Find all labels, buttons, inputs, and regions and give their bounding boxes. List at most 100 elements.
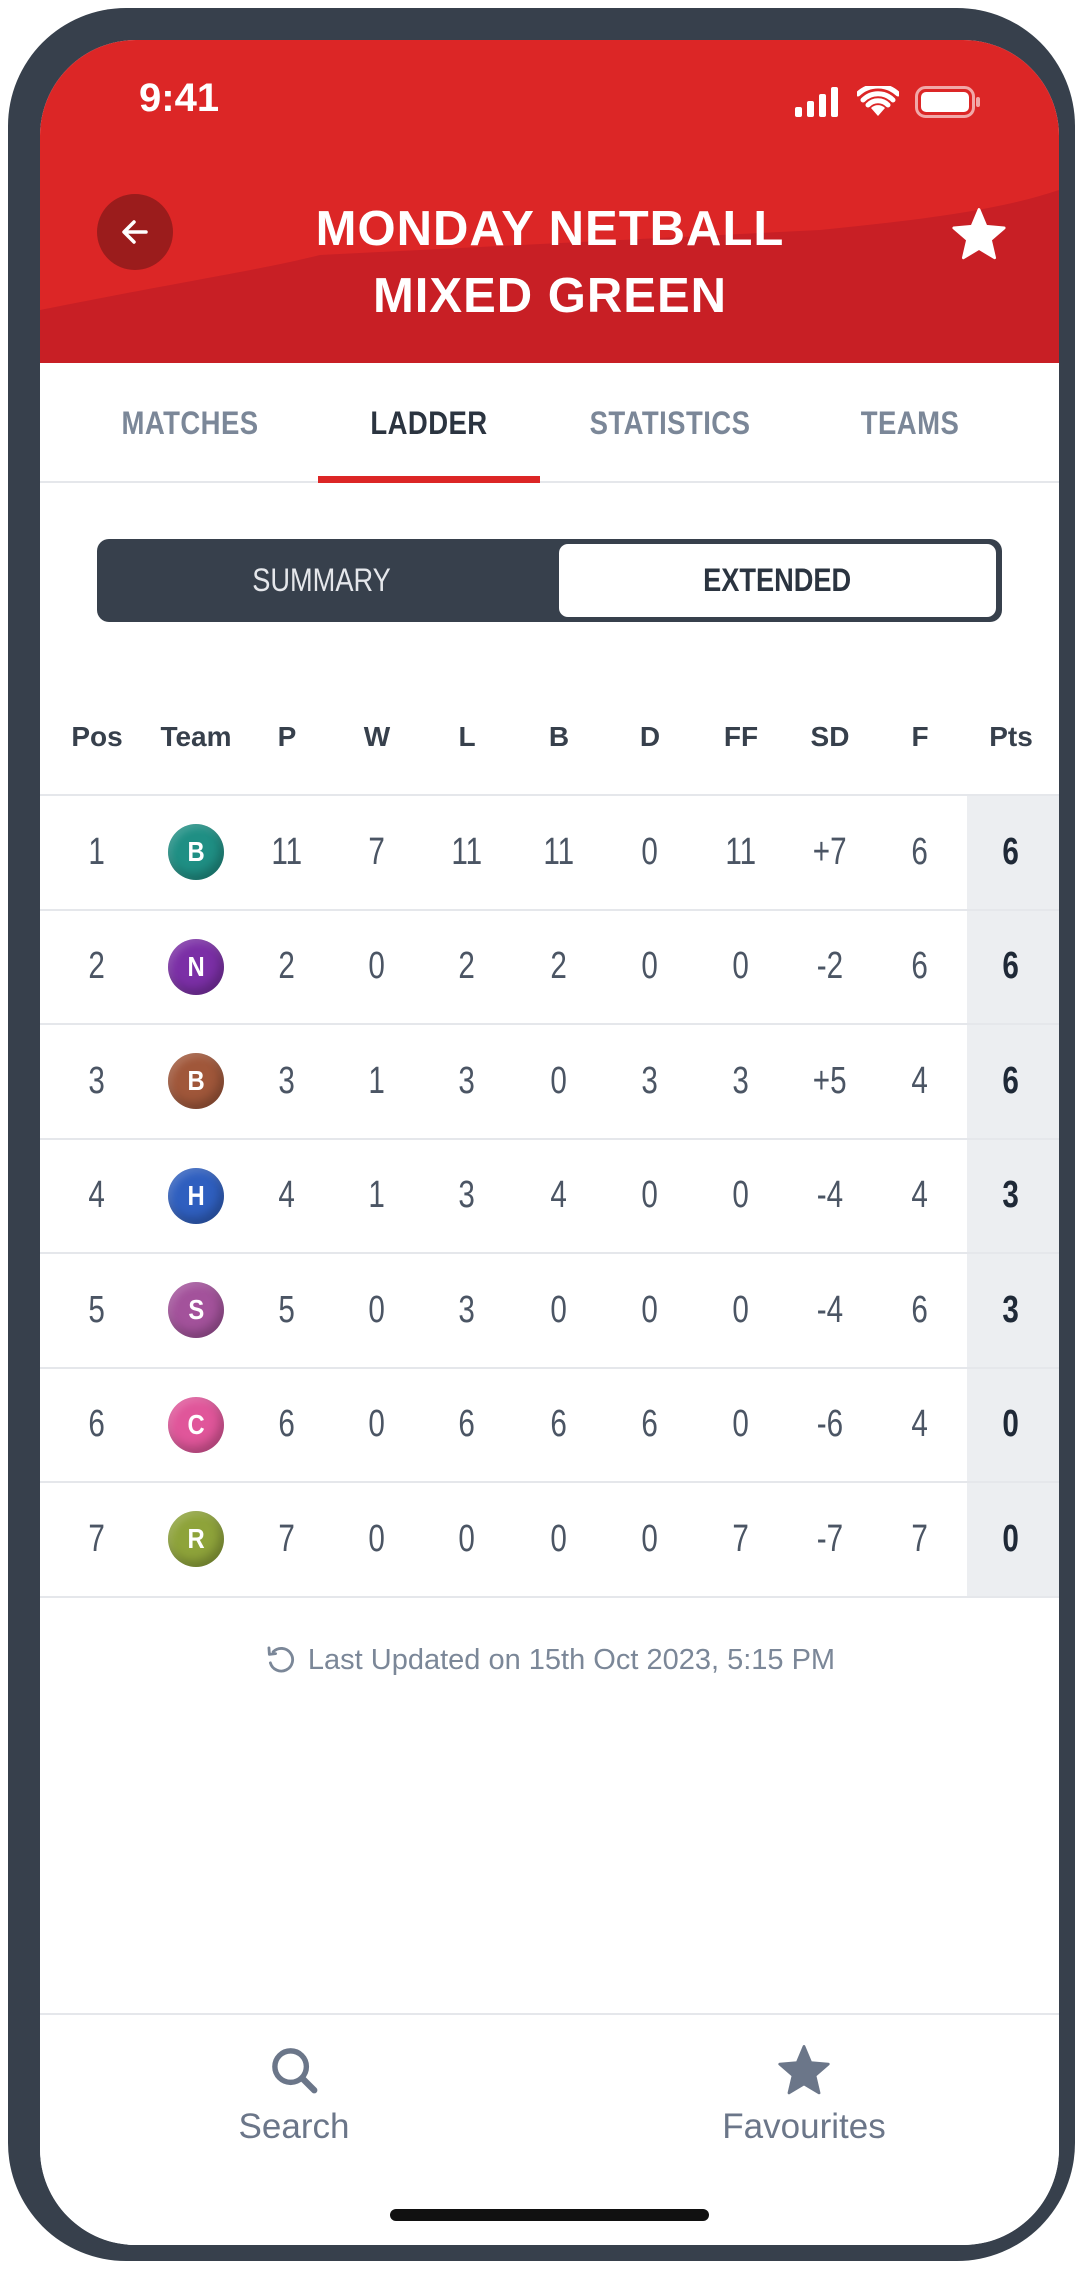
- column-header-points[interactable]: Pts: [967, 678, 1055, 796]
- cell-score-diff: -2: [786, 911, 874, 1024]
- wifi-icon: [857, 86, 899, 116]
- team-badge[interactable]: C: [168, 1396, 224, 1453]
- favourite-button[interactable]: [949, 204, 1009, 264]
- ladder-row[interactable]: 1 B 11 7 11 11 0 11 +7 6 6: [40, 796, 1059, 911]
- team-badge-initial: H: [187, 1179, 205, 1211]
- team-badge[interactable]: S: [168, 1282, 224, 1339]
- team-badge-initial: R: [187, 1523, 205, 1555]
- cell-byes-value: 6: [550, 1403, 568, 1446]
- ladder-row[interactable]: 2 N 2 0 2 2 0 0 -2 6 6: [40, 910, 1059, 1025]
- cell-score-diff-value: -4: [816, 1174, 844, 1217]
- team-cell: H: [152, 1140, 240, 1253]
- cell-forfeits: 11: [697, 796, 785, 909]
- cell-won-value: 1: [368, 1174, 386, 1217]
- column-header-won[interactable]: W: [333, 678, 421, 796]
- cell-score-diff-value: -7: [816, 1517, 844, 1560]
- team-badge-initial: B: [187, 836, 205, 868]
- team-badge[interactable]: R: [168, 1511, 224, 1568]
- team-badge[interactable]: B: [168, 1053, 224, 1110]
- team-badge[interactable]: N: [168, 938, 224, 995]
- cell-pos: 6: [53, 1369, 141, 1482]
- column-header-forfeit-losses[interactable]: F: [876, 678, 964, 796]
- status-icons: [795, 86, 981, 118]
- team-badge[interactable]: B: [168, 824, 224, 881]
- star-icon: [952, 208, 1006, 260]
- cell-forfeit-losses-value: 4: [911, 1174, 929, 1217]
- cell-played-value: 6: [278, 1403, 296, 1446]
- tab-teams[interactable]: TEAMS: [824, 363, 996, 483]
- cell-forfeit-losses-value: 6: [911, 830, 929, 873]
- tab-ladder[interactable]: LADDER: [334, 363, 525, 483]
- cell-lost-value: 3: [458, 1059, 476, 1102]
- segment-extended[interactable]: EXTENDED: [559, 544, 996, 617]
- cell-lost: 11: [423, 796, 511, 909]
- cell-pos: 7: [53, 1483, 141, 1596]
- ladder-row[interactable]: 5 S 5 0 3 0 0 0 -4 6 3: [40, 1254, 1059, 1369]
- ladder-row[interactable]: 6 C 6 0 6 6 6 0 -6 4 0: [40, 1368, 1059, 1483]
- cell-forfeits-value: 0: [732, 1174, 750, 1217]
- nav-favourites[interactable]: Favourites: [674, 2043, 934, 2147]
- cell-forfeit-losses: 7: [876, 1483, 964, 1596]
- column-header-team[interactable]: Team: [152, 678, 240, 796]
- cell-won-value: 7: [368, 830, 386, 873]
- column-header-forfeits[interactable]: FF: [697, 678, 785, 796]
- cell-pos-value: 6: [88, 1403, 106, 1446]
- tab-matches[interactable]: MATCHES: [95, 363, 284, 483]
- column-header-lost[interactable]: L: [423, 678, 511, 796]
- cell-pos-value: 4: [88, 1174, 106, 1217]
- cell-score-diff-value: -6: [816, 1403, 844, 1446]
- cell-forfeit-losses-value: 7: [911, 1517, 929, 1560]
- team-cell: S: [152, 1254, 240, 1367]
- cell-points-value: 3: [1002, 1174, 1020, 1217]
- ladder-row[interactable]: 7 R 7 0 0 0 0 7 -7 7 0: [40, 1483, 1059, 1598]
- cell-won: 0: [333, 1254, 421, 1367]
- cell-won-value: 0: [368, 1288, 386, 1331]
- cell-pos: 2: [53, 911, 141, 1024]
- cell-forfeit-losses: 6: [876, 1254, 964, 1367]
- cell-pos-value: 7: [88, 1517, 106, 1560]
- cell-played-value: 4: [278, 1174, 296, 1217]
- cell-byes-value: 0: [550, 1288, 568, 1331]
- status-time: 9:41: [139, 76, 220, 120]
- ladder-row[interactable]: 4 H 4 1 3 4 0 0 -4 4 3: [40, 1139, 1059, 1254]
- cell-played-value: 3: [278, 1059, 296, 1102]
- cell-drawn-value: 0: [641, 830, 659, 873]
- cell-drawn: 0: [606, 1254, 694, 1367]
- cell-points-value: 0: [1002, 1517, 1020, 1560]
- header: 9:41 MONDAY NETBALL MIXED GREEN: [40, 40, 1059, 363]
- cell-played: 6: [243, 1369, 331, 1482]
- nav-search[interactable]: Search: [164, 2043, 424, 2147]
- cell-forfeits-value: 0: [732, 1288, 750, 1331]
- column-header-byes[interactable]: B: [515, 678, 603, 796]
- cell-points: 0: [967, 1369, 1055, 1482]
- cell-points: 3: [967, 1254, 1055, 1367]
- cell-score-diff-value: -2: [816, 945, 844, 988]
- column-header-drawn[interactable]: D: [606, 678, 694, 796]
- team-badge-initial: C: [187, 1408, 205, 1440]
- cell-won: 0: [333, 1483, 421, 1596]
- ladder-row[interactable]: 3 B 3 1 3 0 3 3 +5 4 6: [40, 1025, 1059, 1140]
- cell-won-value: 0: [368, 1403, 386, 1446]
- back-button[interactable]: [97, 194, 173, 270]
- segment-summary[interactable]: SUMMARY: [97, 539, 545, 622]
- cell-drawn: 3: [606, 1025, 694, 1138]
- tab-statistics[interactable]: STATISTICS: [567, 363, 773, 483]
- last-updated-text: Last Updated on 15th Oct 2023, 5:15 PM: [307, 1643, 836, 1676]
- cell-score-diff: -4: [786, 1254, 874, 1367]
- team-cell: C: [152, 1369, 240, 1482]
- cell-score-diff: +7: [786, 796, 874, 909]
- column-header-played[interactable]: P: [243, 678, 331, 796]
- device-frame: 9:41 MONDAY NETBALL MIXED GREEN MATCHES …: [8, 8, 1075, 2261]
- column-header-pos[interactable]: Pos: [53, 678, 141, 796]
- cell-lost: 3: [423, 1254, 511, 1367]
- cell-forfeit-losses: 4: [876, 1140, 964, 1253]
- cell-score-diff: -6: [786, 1369, 874, 1482]
- refresh-icon: [267, 1646, 294, 1673]
- cell-played: 11: [243, 796, 331, 909]
- cell-points: 6: [967, 796, 1055, 909]
- screen: 9:41 MONDAY NETBALL MIXED GREEN MATCHES …: [40, 40, 1059, 2245]
- cell-forfeits: 0: [697, 1140, 785, 1253]
- signal-icon: [795, 87, 838, 117]
- column-header-score-diff[interactable]: SD: [786, 678, 874, 796]
- team-badge[interactable]: H: [168, 1167, 224, 1224]
